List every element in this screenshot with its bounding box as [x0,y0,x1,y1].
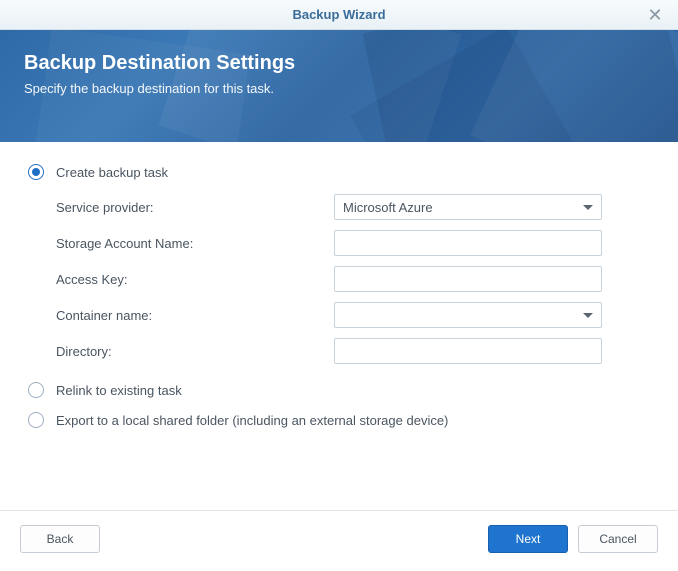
chevron-down-icon [583,205,593,210]
label-directory: Directory: [56,344,334,359]
banner-heading: Backup Destination Settings [24,52,654,75]
option-label: Relink to existing task [56,383,182,398]
footer: Back Next Cancel [0,510,678,571]
close-icon[interactable]: ✕ [640,0,670,30]
banner-subheading: Specify the backup destination for this … [24,81,654,96]
combo-service-provider[interactable]: Microsoft Azure [334,194,602,220]
row-service-provider: Service provider: Microsoft Azure [56,194,650,220]
option-label: Create backup task [56,165,168,180]
row-container-name: Container name: [56,302,650,328]
radio-icon [28,382,44,398]
create-backup-form: Service provider: Microsoft Azure Storag… [56,194,650,364]
option-export[interactable]: Export to a local shared folder (includi… [28,412,650,428]
banner: Backup Destination Settings Specify the … [0,30,678,142]
label-container-name: Container name: [56,308,334,323]
back-button[interactable]: Back [20,525,100,553]
input-access-key[interactable] [334,266,602,292]
row-directory: Directory: [56,338,650,364]
option-create-backup[interactable]: Create backup task [28,164,650,180]
window-title: Backup Wizard [292,7,385,22]
titlebar: Backup Wizard ✕ [0,0,678,30]
label-service-provider: Service provider: [56,200,334,215]
chevron-down-icon [583,313,593,318]
combo-container-name[interactable] [334,302,602,328]
wizard-window: Backup Wizard ✕ Backup Destination Setti… [0,0,678,571]
option-label: Export to a local shared folder (includi… [56,413,448,428]
label-storage-account: Storage Account Name: [56,236,334,251]
label-access-key: Access Key: [56,272,334,287]
radio-icon [28,164,44,180]
cancel-button[interactable]: Cancel [578,525,658,553]
option-relink[interactable]: Relink to existing task [28,382,650,398]
row-storage-account: Storage Account Name: [56,230,650,256]
combo-value: Microsoft Azure [343,200,433,215]
next-button[interactable]: Next [488,525,568,553]
input-directory[interactable] [334,338,602,364]
radio-icon [28,412,44,428]
input-storage-account[interactable] [334,230,602,256]
wizard-body: Create backup task Service provider: Mic… [0,142,678,510]
row-access-key: Access Key: [56,266,650,292]
